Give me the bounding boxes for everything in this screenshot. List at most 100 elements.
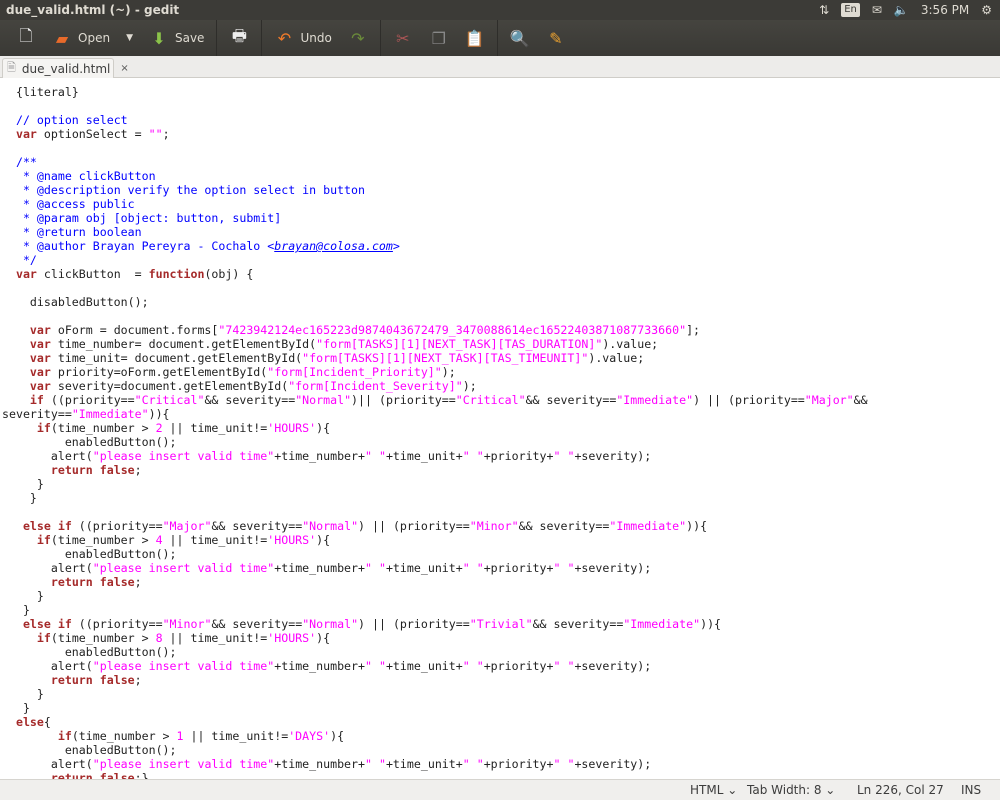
code-line[interactable]: return false; bbox=[2, 575, 998, 589]
code-editor[interactable]: {literal} // option select var optionSel… bbox=[0, 78, 1000, 779]
code-line[interactable]: return false; bbox=[2, 463, 998, 477]
code-token: * @name clickButton bbox=[2, 169, 156, 183]
tab-width-selector[interactable]: Tab Width: 8 ⌄ bbox=[747, 783, 835, 797]
code-line[interactable]: var time_number= document.getElementById… bbox=[2, 337, 998, 351]
code-line[interactable]: var oForm = document.forms["7423942124ec… bbox=[2, 323, 998, 337]
code-line[interactable]: * @author Brayan Pereyra - Cochalo <bray… bbox=[2, 239, 998, 253]
code-line[interactable]: * @access public bbox=[2, 197, 998, 211]
code-token: var bbox=[29, 323, 51, 337]
code-line[interactable] bbox=[2, 141, 998, 155]
find-button[interactable]: 🔍 bbox=[502, 23, 538, 53]
redo-icon: ↷ bbox=[351, 28, 365, 48]
code-line[interactable]: var clickButton = function(obj) { bbox=[2, 267, 998, 281]
code-line[interactable]: * @name clickButton bbox=[2, 169, 998, 183]
code-token: var bbox=[29, 337, 51, 351]
code-line[interactable]: else if ((priority=="Major"&& severity==… bbox=[2, 519, 998, 533]
code-line[interactable]: } bbox=[2, 687, 998, 701]
code-line[interactable]: if ((priority=="Critical"&& severity=="N… bbox=[2, 393, 998, 421]
undo-button[interactable]: ↶ Undo bbox=[266, 23, 339, 53]
code-line[interactable]: var time_unit= document.getElementById("… bbox=[2, 351, 998, 365]
redo-button[interactable]: ↷ bbox=[340, 23, 376, 53]
code-token: ) || (priority== bbox=[693, 393, 805, 407]
code-line[interactable]: var severity=document.getElementById("fo… bbox=[2, 379, 998, 393]
code-line[interactable] bbox=[2, 505, 998, 519]
paste-button[interactable]: 📋 bbox=[457, 23, 493, 53]
code-line[interactable]: * @param obj [object: button, submit] bbox=[2, 211, 998, 225]
code-line[interactable]: return false;} bbox=[2, 771, 998, 779]
save-button[interactable]: ⬇ Save bbox=[141, 23, 212, 53]
code-line[interactable]: else{ bbox=[2, 715, 998, 729]
code-line[interactable]: /** bbox=[2, 155, 998, 169]
power-icon[interactable]: ⚙ bbox=[981, 0, 992, 20]
code-line[interactable]: if(time_number > 8 || time_unit!='HOURS'… bbox=[2, 631, 998, 645]
code-line[interactable] bbox=[2, 309, 998, 323]
code-line[interactable]: var priority=oForm.getElementById("form[… bbox=[2, 365, 998, 379]
network-icon[interactable]: ⇅ bbox=[819, 0, 829, 20]
code-line[interactable]: if(time_number > 2 || time_unit!='HOURS'… bbox=[2, 421, 998, 435]
code-token: || time_unit!= bbox=[183, 729, 289, 743]
undo-label: Undo bbox=[300, 31, 332, 45]
code-line[interactable]: // option select bbox=[2, 113, 998, 127]
open-recent-dropdown[interactable]: ▼ bbox=[118, 23, 141, 53]
code-token: optionSelect = bbox=[36, 127, 149, 141]
code-token: "form[TASKS][1][NEXT_TASK][TAS_DURATION]… bbox=[316, 337, 603, 351]
code-token: " " bbox=[365, 449, 386, 463]
keyboard-language-indicator[interactable]: En bbox=[841, 3, 860, 17]
code-line[interactable]: alert("please insert valid time"+time_nu… bbox=[2, 449, 998, 463]
code-line[interactable]: } bbox=[2, 477, 998, 491]
cut-button[interactable]: ✂ bbox=[385, 23, 421, 53]
code-token: ){ bbox=[330, 729, 345, 743]
code-line[interactable]: disabledButton(); bbox=[2, 295, 998, 309]
code-line[interactable]: enabledButton(); bbox=[2, 743, 998, 757]
code-token: time_unit= document.getElementById( bbox=[50, 351, 303, 365]
code-line[interactable]: alert("please insert valid time"+time_nu… bbox=[2, 659, 998, 673]
code-line[interactable]: alert("please insert valid time"+time_nu… bbox=[2, 561, 998, 575]
code-line[interactable]: {literal} bbox=[2, 85, 998, 99]
code-line[interactable]: else if ((priority=="Minor"&& severity==… bbox=[2, 617, 998, 631]
code-token: } bbox=[2, 687, 44, 701]
code-line[interactable]: if(time_number > 1 || time_unit!='DAYS')… bbox=[2, 729, 998, 743]
code-line[interactable]: enabledButton(); bbox=[2, 645, 998, 659]
print-button[interactable]: 🖶 bbox=[221, 23, 257, 53]
code-line[interactable]: * @return boolean bbox=[2, 225, 998, 239]
email-link[interactable]: brayan@colosa.com bbox=[274, 239, 393, 253]
code-token: ); bbox=[462, 379, 477, 393]
open-button[interactable]: ▰ Open bbox=[44, 23, 118, 53]
code-line[interactable]: * @description verify the option select … bbox=[2, 183, 998, 197]
code-line[interactable]: } bbox=[2, 701, 998, 715]
tab-due-valid-html[interactable]: 🗎 due_valid.html × bbox=[2, 58, 129, 78]
copy-button[interactable]: ❐ bbox=[421, 23, 457, 53]
code-token: "form[TASKS][1][NEXT_TASK][TAS_TIMEUNIT]… bbox=[302, 351, 589, 365]
language-selector[interactable]: HTML ⌄ bbox=[690, 783, 737, 797]
code-line[interactable]: var optionSelect = ""; bbox=[2, 127, 998, 141]
code-line[interactable]: alert("please insert valid time"+time_nu… bbox=[2, 757, 998, 771]
code-line[interactable]: return false; bbox=[2, 673, 998, 687]
new-document-button[interactable]: 🗋 bbox=[8, 23, 44, 53]
code-token: (obj) { bbox=[204, 267, 254, 281]
code-line[interactable] bbox=[2, 99, 998, 113]
code-line[interactable]: } bbox=[2, 589, 998, 603]
code-line[interactable]: } bbox=[2, 603, 998, 617]
find-replace-button[interactable]: ✎ bbox=[538, 23, 574, 53]
volume-icon[interactable]: 🔈 bbox=[894, 0, 909, 20]
clock[interactable]: 3:56 PM bbox=[921, 0, 969, 20]
code-line[interactable]: */ bbox=[2, 253, 998, 267]
code-line[interactable]: } bbox=[2, 491, 998, 505]
search-icon: 🔍 bbox=[509, 28, 530, 48]
code-token: return bbox=[50, 575, 93, 589]
file-icon: 🗎 bbox=[7, 61, 16, 74]
code-line[interactable]: if(time_number > 4 || time_unit!='HOURS'… bbox=[2, 533, 998, 547]
close-tab-button[interactable]: × bbox=[120, 63, 128, 74]
new-document-icon: 🗋 bbox=[19, 25, 33, 45]
code-line[interactable] bbox=[2, 281, 998, 295]
code-line[interactable]: enabledButton(); bbox=[2, 435, 998, 449]
code-token: enabledButton(); bbox=[2, 743, 177, 757]
code-line[interactable]: enabledButton(); bbox=[2, 547, 998, 561]
mail-icon[interactable]: ✉ bbox=[872, 0, 882, 20]
code-token: return bbox=[50, 463, 93, 477]
